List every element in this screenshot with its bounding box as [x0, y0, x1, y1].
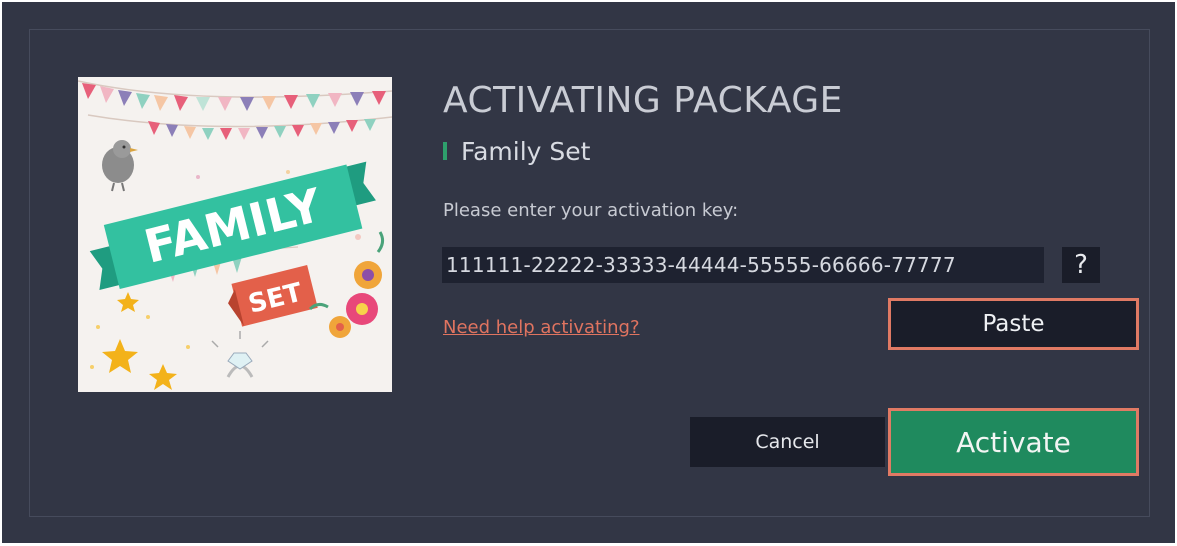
question-icon: ? [1074, 250, 1088, 280]
package-name: Family Set [443, 135, 590, 167]
activation-key-input[interactable] [442, 247, 1044, 283]
package-name-label: Family Set [461, 136, 591, 166]
activation-key-prompt: Please enter your activation key: [443, 200, 739, 221]
family-set-artwork: FAMILY SET [78, 77, 392, 392]
help-question-button[interactable]: ? [1062, 247, 1100, 283]
need-help-link[interactable]: Need help activating? [443, 317, 640, 338]
dialog-title: ACTIVATING PACKAGE [443, 80, 843, 121]
cancel-button[interactable]: Cancel [690, 417, 885, 467]
package-image: FAMILY SET [78, 77, 392, 392]
paste-button[interactable]: Paste [888, 298, 1139, 350]
activate-button[interactable]: Activate [888, 408, 1139, 476]
accent-bar [443, 142, 447, 160]
